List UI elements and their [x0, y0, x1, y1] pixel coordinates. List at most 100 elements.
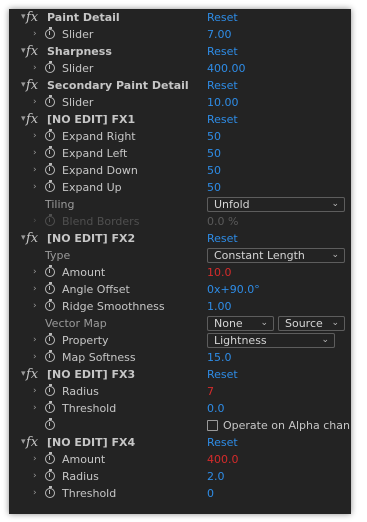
stopwatch-icon[interactable] — [45, 61, 55, 73]
param-value[interactable]: 7 — [207, 383, 214, 400]
stopwatch-icon[interactable] — [45, 265, 55, 277]
reset-link[interactable]: Reset — [207, 434, 238, 451]
reset-link[interactable]: Reset — [207, 77, 238, 94]
twirl-open-icon[interactable]: ▾ — [21, 43, 26, 60]
param-value[interactable]: 50 — [207, 162, 221, 179]
param-value[interactable]: 15.0 — [207, 349, 232, 366]
stopwatch-icon[interactable] — [45, 180, 55, 192]
twirl-closed-icon[interactable]: › — [33, 162, 37, 179]
effect-header[interactable]: ▾ fx Sharpness Reset — [9, 43, 351, 60]
param-value[interactable]: 1.00 — [207, 298, 232, 315]
fx-icon[interactable]: fx — [26, 230, 38, 247]
fx-icon[interactable]: fx — [26, 434, 38, 451]
param-label: Amount — [62, 453, 106, 466]
param-value[interactable]: 400.00 — [207, 60, 246, 77]
reset-link[interactable]: Reset — [207, 230, 238, 247]
param-label: Blend Borders — [62, 215, 140, 228]
twirl-closed-icon[interactable]: › — [33, 451, 37, 468]
twirl-open-icon[interactable]: ▾ — [21, 434, 26, 451]
twirl-closed-icon[interactable]: › — [33, 60, 37, 77]
twirl-open-icon[interactable]: ▾ — [21, 77, 26, 94]
effect-name: [NO EDIT] FX2 — [47, 232, 136, 245]
twirl-open-icon[interactable]: ▾ — [21, 111, 26, 128]
param-row: › Radius 7 — [9, 383, 351, 400]
param-value[interactable]: 10.00 — [207, 94, 239, 111]
param-row: › Threshold 0.0 — [9, 400, 351, 417]
stopwatch-icon[interactable] — [45, 486, 55, 498]
twirl-closed-icon[interactable]: › — [33, 468, 37, 485]
twirl-closed-icon[interactable]: › — [33, 281, 37, 298]
param-row: › Expand Up 50 — [9, 179, 351, 196]
stopwatch-icon[interactable] — [45, 282, 55, 294]
twirl-open-icon[interactable]: ▾ — [21, 366, 26, 383]
twirl-closed-icon[interactable]: › — [33, 400, 37, 417]
stopwatch-icon[interactable] — [45, 163, 55, 175]
param-label: Property — [62, 334, 109, 347]
param-label: Expand Left — [62, 147, 128, 160]
twirl-closed-icon[interactable]: › — [33, 26, 37, 43]
dropdown-value: Lightness — [214, 334, 267, 347]
param-label: Expand Down — [62, 164, 138, 177]
param-value[interactable]: 0x+90.0° — [207, 281, 260, 298]
tiling-dropdown[interactable]: Unfold ⌄ — [207, 197, 345, 212]
twirl-closed-icon[interactable]: › — [33, 145, 37, 162]
fx-icon[interactable]: fx — [26, 9, 38, 26]
param-value[interactable]: 400.0 — [207, 451, 239, 468]
effect-header[interactable]: ▾ fx Paint Detail Reset — [9, 9, 351, 26]
operate-on-alpha-checkbox[interactable] — [207, 420, 218, 431]
effect-header[interactable]: ▾ fx [NO EDIT] FX1 Reset — [9, 111, 351, 128]
param-label: Slider — [62, 62, 94, 75]
param-value[interactable]: 50 — [207, 128, 221, 145]
twirl-closed-icon[interactable]: › — [33, 128, 37, 145]
effect-header[interactable]: ▾ fx Secondary Paint Detail Reset — [9, 77, 351, 94]
twirl-open-icon[interactable]: ▾ — [21, 230, 26, 247]
stopwatch-icon[interactable] — [45, 333, 55, 345]
type-dropdown[interactable]: Constant Length ⌄ — [207, 248, 345, 263]
param-value[interactable]: 50 — [207, 179, 221, 196]
reset-link[interactable]: Reset — [207, 366, 238, 383]
twirl-closed-icon[interactable]: › — [33, 298, 37, 315]
twirl-closed-icon[interactable]: › — [33, 264, 37, 281]
reset-link[interactable]: Reset — [207, 111, 238, 128]
stopwatch-icon[interactable] — [45, 452, 55, 464]
fx-icon[interactable]: fx — [26, 366, 38, 383]
twirl-closed-icon[interactable]: › — [33, 349, 37, 366]
param-value[interactable]: 2.0 — [207, 468, 225, 485]
param-value[interactable]: 0.0 — [207, 400, 225, 417]
reset-link[interactable]: Reset — [207, 9, 238, 26]
param-value[interactable]: 10.0 — [207, 264, 232, 281]
effect-header[interactable]: ▾ fx [NO EDIT] FX3 Reset — [9, 366, 351, 383]
effect-header[interactable]: ▾ fx [NO EDIT] FX4 Reset — [9, 434, 351, 451]
effect-header[interactable]: ▾ fx [NO EDIT] FX2 Reset — [9, 230, 351, 247]
stopwatch-icon[interactable] — [45, 95, 55, 107]
param-value[interactable]: 7.00 — [207, 26, 232, 43]
param-row: › Expand Down 50 — [9, 162, 351, 179]
param-value[interactable]: 0 — [207, 485, 214, 502]
fx-icon[interactable]: fx — [26, 43, 38, 60]
fx-icon[interactable]: fx — [26, 111, 38, 128]
twirl-open-icon[interactable]: ▾ — [21, 9, 26, 26]
reset-link[interactable]: Reset — [207, 43, 238, 60]
stopwatch-icon[interactable] — [45, 129, 55, 141]
vector-map-layer-dropdown[interactable]: None ⌄ — [207, 316, 274, 331]
stopwatch-icon[interactable] — [45, 469, 55, 481]
param-value[interactable]: 50 — [207, 145, 221, 162]
fx-icon[interactable]: fx — [26, 77, 38, 94]
stopwatch-icon[interactable] — [45, 146, 55, 158]
twirl-closed-icon[interactable]: › — [33, 383, 37, 400]
stopwatch-icon[interactable] — [45, 384, 55, 396]
param-label: Radius — [62, 470, 99, 483]
stopwatch-icon[interactable] — [45, 299, 55, 311]
stopwatch-icon[interactable] — [45, 350, 55, 362]
param-row: › Threshold 0 — [9, 485, 351, 502]
twirl-closed-icon[interactable]: › — [33, 332, 37, 349]
twirl-closed-icon[interactable]: › — [33, 94, 37, 111]
twirl-closed-icon[interactable]: › — [33, 485, 37, 502]
property-dropdown[interactable]: Lightness ⌄ — [207, 333, 335, 348]
stopwatch-icon[interactable] — [45, 401, 55, 413]
stopwatch-icon[interactable] — [45, 418, 55, 430]
stopwatch-icon[interactable] — [45, 27, 55, 39]
vector-map-source-dropdown[interactable]: Source ⌄ — [278, 316, 345, 331]
param-label: Slider — [62, 28, 94, 41]
twirl-closed-icon[interactable]: › — [33, 179, 37, 196]
